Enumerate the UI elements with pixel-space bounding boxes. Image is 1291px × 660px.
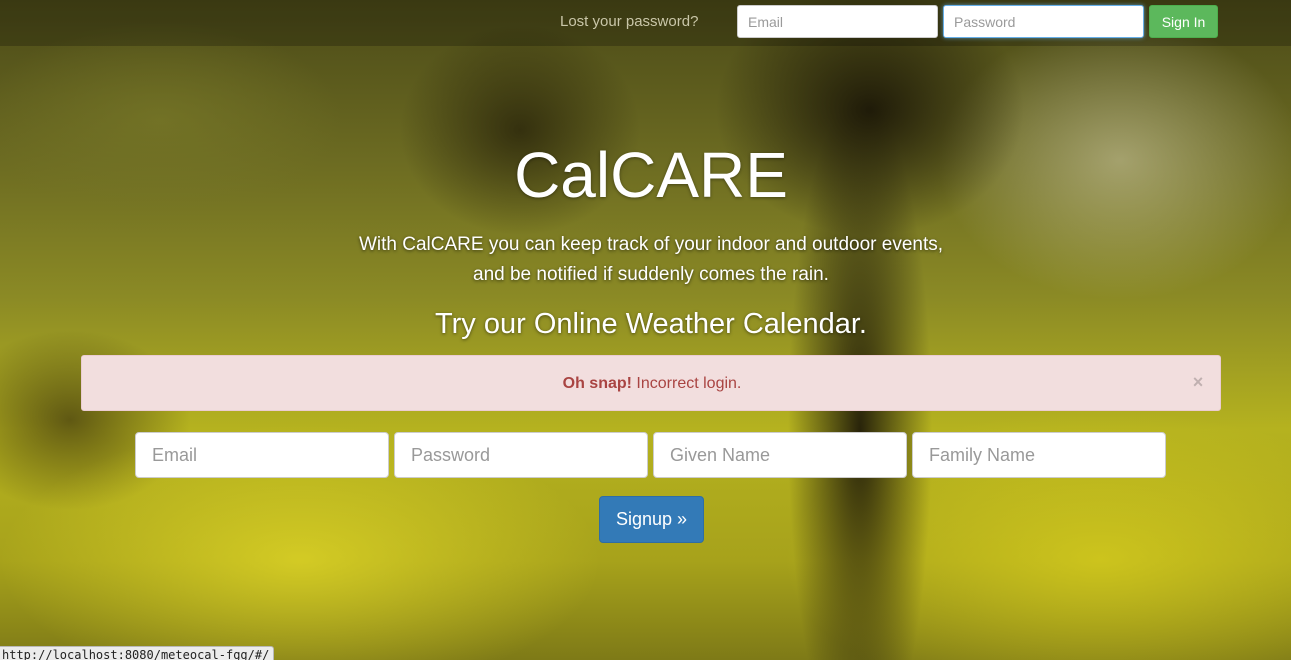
signup-button[interactable]: Signup »	[599, 496, 704, 543]
alert-strong-text: Oh snap!	[562, 375, 632, 392]
signup-email-input[interactable]	[135, 432, 389, 478]
lost-password-link[interactable]: Lost your password?	[560, 13, 698, 30]
signup-password-input[interactable]	[394, 432, 648, 478]
signup-given-name-input[interactable]	[653, 432, 907, 478]
top-navbar: Lost your password? Sign In	[0, 0, 1291, 46]
hero-subtitle: Try our Online Weather Calendar.	[435, 308, 867, 340]
app-title: CalCARE	[514, 139, 788, 211]
browser-status-bar-url: http://localhost:8080/meteocal-fgg/#/	[0, 646, 275, 660]
alert-message-text: Incorrect login.	[636, 375, 742, 392]
signup-family-name-input[interactable]	[912, 432, 1166, 478]
error-alert: Oh snap! Incorrect login. ×	[81, 355, 1221, 411]
alert-close-button[interactable]: ×	[1191, 372, 1205, 392]
navbar-password-input[interactable]	[943, 5, 1144, 38]
alert-message: Oh snap! Incorrect login.	[82, 375, 1222, 393]
description-line-2: and be notified if suddenly comes the ra…	[473, 264, 829, 285]
description-line-1: With CalCARE you can keep track of your …	[358, 234, 944, 255]
app-description: With CalCARE you can keep track of your …	[0, 230, 1291, 290]
sign-in-button[interactable]: Sign In	[1149, 5, 1218, 38]
navbar-email-input[interactable]	[737, 5, 938, 38]
